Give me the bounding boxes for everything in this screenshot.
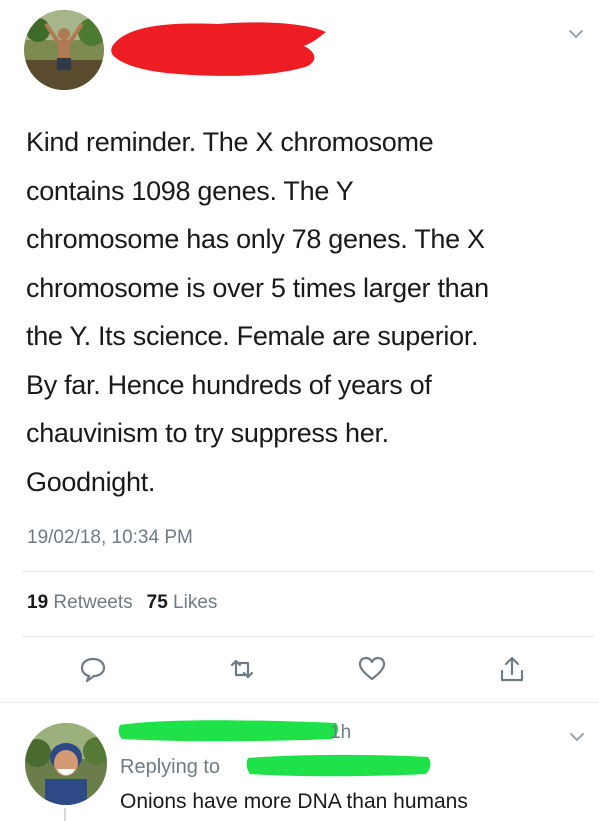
tweet-stats: 19 Retweets 75 Likes <box>27 592 217 614</box>
reply-text: Onions have more DNA than humans <box>120 790 468 813</box>
tweet-timestamp: 19/02/18, 10:34 PM <box>27 527 193 548</box>
author-avatar[interactable] <box>24 10 104 90</box>
reply-avatar[interactable] <box>25 723 107 805</box>
thread-line <box>64 808 66 821</box>
tweet: Kind reminder. The X chromosome contains… <box>0 0 599 700</box>
like-count: 75 <box>146 592 168 613</box>
redacted-reply-author <box>118 717 340 748</box>
tweet-text-line: the Y. Its science. Female are superior. <box>26 321 479 351</box>
tweet-text-line: contains 1098 genes. The Y <box>26 175 354 206</box>
redacted-author-name <box>108 18 330 85</box>
tweet-text-line: Goodnight. <box>26 466 156 497</box>
chevron-down-icon[interactable] <box>567 727 587 747</box>
likes-stat[interactable]: 75 Likes <box>147 592 218 613</box>
tweet-text: Kind reminder. The X chromosome contains… <box>26 118 586 506</box>
tweet-text-line: chromosome has only 78 genes. The X <box>26 224 485 254</box>
reply-time: 1h <box>330 722 352 743</box>
like-label: Likes <box>173 592 218 613</box>
tweet-text-line: chauvinism to try suppress her. <box>26 418 389 448</box>
retweet-label: Retweets <box>53 592 133 613</box>
reply-icon[interactable] <box>78 654 108 684</box>
retweet-count: 19 <box>27 592 49 613</box>
redacted-replying-to-handle <box>246 752 432 783</box>
tweet-text-line: Kind reminder. The X chromosome <box>26 127 434 157</box>
replying-to-label: Replying to <box>120 756 221 778</box>
section-divider <box>0 702 599 703</box>
tweet-text-line: By far. Hence hundreds of years of <box>26 369 432 400</box>
heart-icon[interactable] <box>357 654 387 684</box>
retweet-icon[interactable] <box>227 654 257 684</box>
share-icon[interactable] <box>497 654 527 684</box>
divider <box>22 636 594 637</box>
divider <box>22 571 594 572</box>
tweet-text-line: chromosome is over 5 times larger than <box>26 272 489 303</box>
chevron-down-icon[interactable] <box>566 24 586 44</box>
retweets-stat[interactable]: 19 Retweets <box>27 592 133 613</box>
